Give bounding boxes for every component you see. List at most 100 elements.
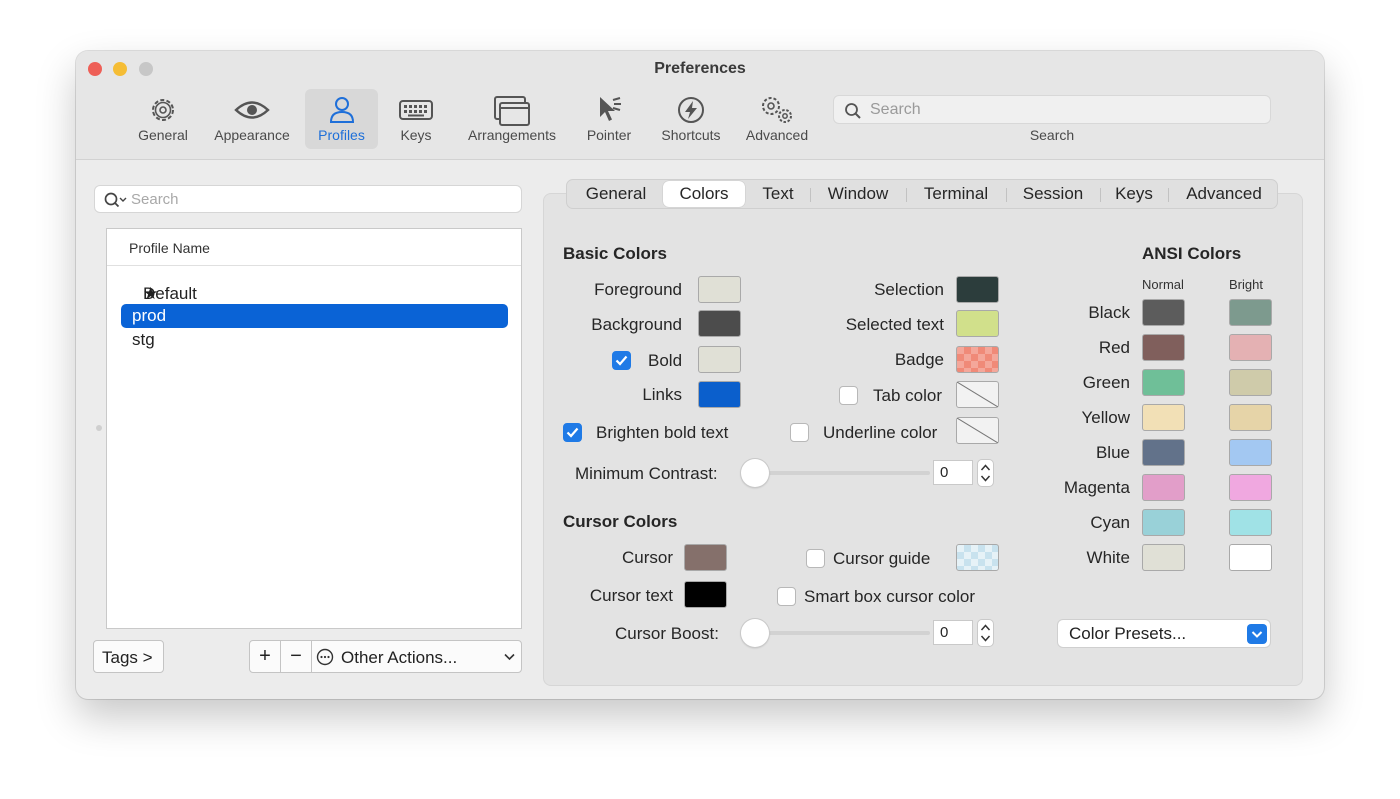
- add-profile-button[interactable]: +: [250, 641, 281, 672]
- underline-color-label: Underline color: [823, 423, 938, 442]
- ansi-label-blue: Blue: [1095, 443, 1130, 462]
- cursor-text-color-well[interactable]: [684, 581, 727, 608]
- cursor-guide-checkbox[interactable]: [806, 549, 825, 568]
- profile-actions-group: + − Other Actions...: [249, 640, 522, 673]
- remove-profile-button[interactable]: −: [281, 641, 312, 672]
- cursor-guide-label: Cursor guide: [833, 549, 931, 568]
- ansi-bright-blue-color-well[interactable]: [1229, 439, 1272, 466]
- minimum-contrast-input[interactable]: 0: [933, 460, 973, 485]
- profile-search-input[interactable]: Search: [94, 185, 522, 213]
- profile-row-default[interactable]: ★ Default: [121, 280, 508, 304]
- selected-text-color-well[interactable]: [956, 310, 999, 337]
- ansi-label-black: Black: [1088, 303, 1130, 322]
- toolbar-label: Shortcuts: [661, 127, 721, 143]
- bold-checkbox[interactable]: [612, 351, 631, 370]
- minimum-contrast-track[interactable]: [744, 471, 930, 475]
- tab-general[interactable]: General: [571, 180, 661, 208]
- tab-session[interactable]: Session: [1008, 180, 1098, 208]
- ansi-label-cyan: Cyan: [1090, 513, 1130, 532]
- ansi-bright-green-color-well[interactable]: [1229, 369, 1272, 396]
- ansi-normal-black-color-well[interactable]: [1142, 299, 1185, 326]
- cursor-boost-knob[interactable]: [741, 619, 769, 647]
- profile-row-prod[interactable]: prod: [121, 304, 508, 328]
- bright-column-header: Bright: [1229, 277, 1263, 292]
- toolbar-label: Pointer: [586, 127, 632, 143]
- tags-button[interactable]: Tags >: [93, 640, 164, 673]
- tab-terminal[interactable]: Terminal: [908, 180, 1004, 208]
- ansi-bright-magenta-color-well[interactable]: [1229, 474, 1272, 501]
- toolbar-shortcuts[interactable]: Shortcuts: [652, 89, 730, 149]
- toolbar-appearance[interactable]: Appearance: [206, 89, 298, 149]
- split-handle[interactable]: [96, 425, 102, 431]
- eye-icon: [234, 101, 270, 119]
- ansi-bright-red-color-well[interactable]: [1229, 334, 1272, 361]
- ansi-label-red: Red: [1098, 338, 1130, 357]
- ansi-normal-red-color-well[interactable]: [1142, 334, 1185, 361]
- color-presets-dropdown[interactable]: Color Presets...: [1057, 619, 1271, 648]
- toolbar-label: Advanced: [745, 127, 809, 143]
- toolbar-search-field[interactable]: Search: [833, 95, 1271, 124]
- other-actions-dropdown[interactable]: Other Actions...: [312, 641, 521, 672]
- toolbar-general[interactable]: General: [128, 89, 198, 149]
- background-color-well[interactable]: [698, 310, 741, 337]
- tab-color-checkbox[interactable]: [839, 386, 858, 405]
- bold-color-well[interactable]: [698, 346, 741, 373]
- toolbar-label: Profiles: [318, 127, 365, 143]
- ansi-normal-magenta-color-well[interactable]: [1142, 474, 1185, 501]
- tab-text[interactable]: Text: [748, 180, 808, 208]
- tab-separator: [1168, 188, 1169, 202]
- profile-tabs: General Colors Text Window Terminal Sess…: [566, 179, 1278, 209]
- toolbar-profiles[interactable]: Profiles: [305, 89, 378, 149]
- profile-column-header[interactable]: Profile Name: [107, 229, 521, 266]
- links-color-well[interactable]: [698, 381, 741, 408]
- toolbar-arrangements[interactable]: Arrangements: [458, 89, 566, 149]
- ansi-bright-cyan-color-well[interactable]: [1229, 509, 1272, 536]
- cursor-color-well[interactable]: [684, 544, 727, 571]
- ansi-normal-green-color-well[interactable]: [1142, 369, 1185, 396]
- cursor-boost-input[interactable]: 0: [933, 620, 973, 645]
- badge-color-well[interactable]: [956, 346, 999, 373]
- minimum-contrast-knob[interactable]: [741, 459, 769, 487]
- brighten-bold-label: Brighten bold text: [596, 423, 729, 442]
- tab-separator: [810, 188, 811, 202]
- chevron-down-icon: [504, 653, 515, 661]
- cursor-text-label: Cursor text: [589, 586, 673, 605]
- ansi-normal-cyan-color-well[interactable]: [1142, 509, 1185, 536]
- cursor-boost-track[interactable]: [744, 631, 930, 635]
- search-dropdown-icon: [104, 192, 127, 208]
- minimum-contrast-stepper[interactable]: [977, 459, 994, 487]
- tab-colors[interactable]: Colors: [663, 181, 745, 207]
- brighten-bold-checkbox[interactable]: [563, 423, 582, 442]
- ansi-bright-yellow-color-well[interactable]: [1229, 404, 1272, 431]
- profile-row-stg[interactable]: stg: [121, 328, 508, 352]
- underline-color-checkbox[interactable]: [790, 423, 809, 442]
- column-header-label: Profile Name: [129, 240, 210, 256]
- tab-keys[interactable]: Keys: [1102, 180, 1166, 208]
- toolbar-keys[interactable]: Keys: [384, 89, 448, 149]
- toolbar-pointer[interactable]: Pointer: [576, 89, 642, 149]
- ansi-normal-blue-color-well[interactable]: [1142, 439, 1185, 466]
- minimum-contrast-label: Minimum Contrast:: [575, 464, 718, 483]
- ansi-normal-yellow-color-well[interactable]: [1142, 404, 1185, 431]
- ansi-bright-black-color-well[interactable]: [1229, 299, 1272, 326]
- cursor-boost-stepper[interactable]: [977, 619, 994, 647]
- tab-separator: [1100, 188, 1101, 202]
- no-color-icon: [956, 417, 999, 444]
- ansi-normal-white-color-well[interactable]: [1142, 544, 1185, 571]
- foreground-color-well[interactable]: [698, 276, 741, 303]
- toolbar-advanced[interactable]: Advanced: [738, 89, 816, 149]
- tab-color-well[interactable]: [956, 381, 999, 408]
- smart-box-cursor-checkbox[interactable]: [777, 587, 796, 606]
- tab-window[interactable]: Window: [812, 180, 904, 208]
- badge-label: Badge: [894, 350, 944, 369]
- tab-advanced[interactable]: Advanced: [1170, 180, 1278, 208]
- underline-color-well[interactable]: [956, 417, 999, 444]
- tags-button-label: Tags >: [102, 648, 153, 667]
- selection-color-well[interactable]: [956, 276, 999, 303]
- toolbar-label: General: [138, 127, 188, 143]
- ansi-bright-white-color-well[interactable]: [1229, 544, 1272, 571]
- titlebar: Preferences General Appearance Profiles …: [76, 51, 1324, 160]
- cursor-guide-color-well[interactable]: [956, 544, 999, 571]
- gear-icon: [152, 99, 174, 121]
- person-icon: [329, 97, 354, 123]
